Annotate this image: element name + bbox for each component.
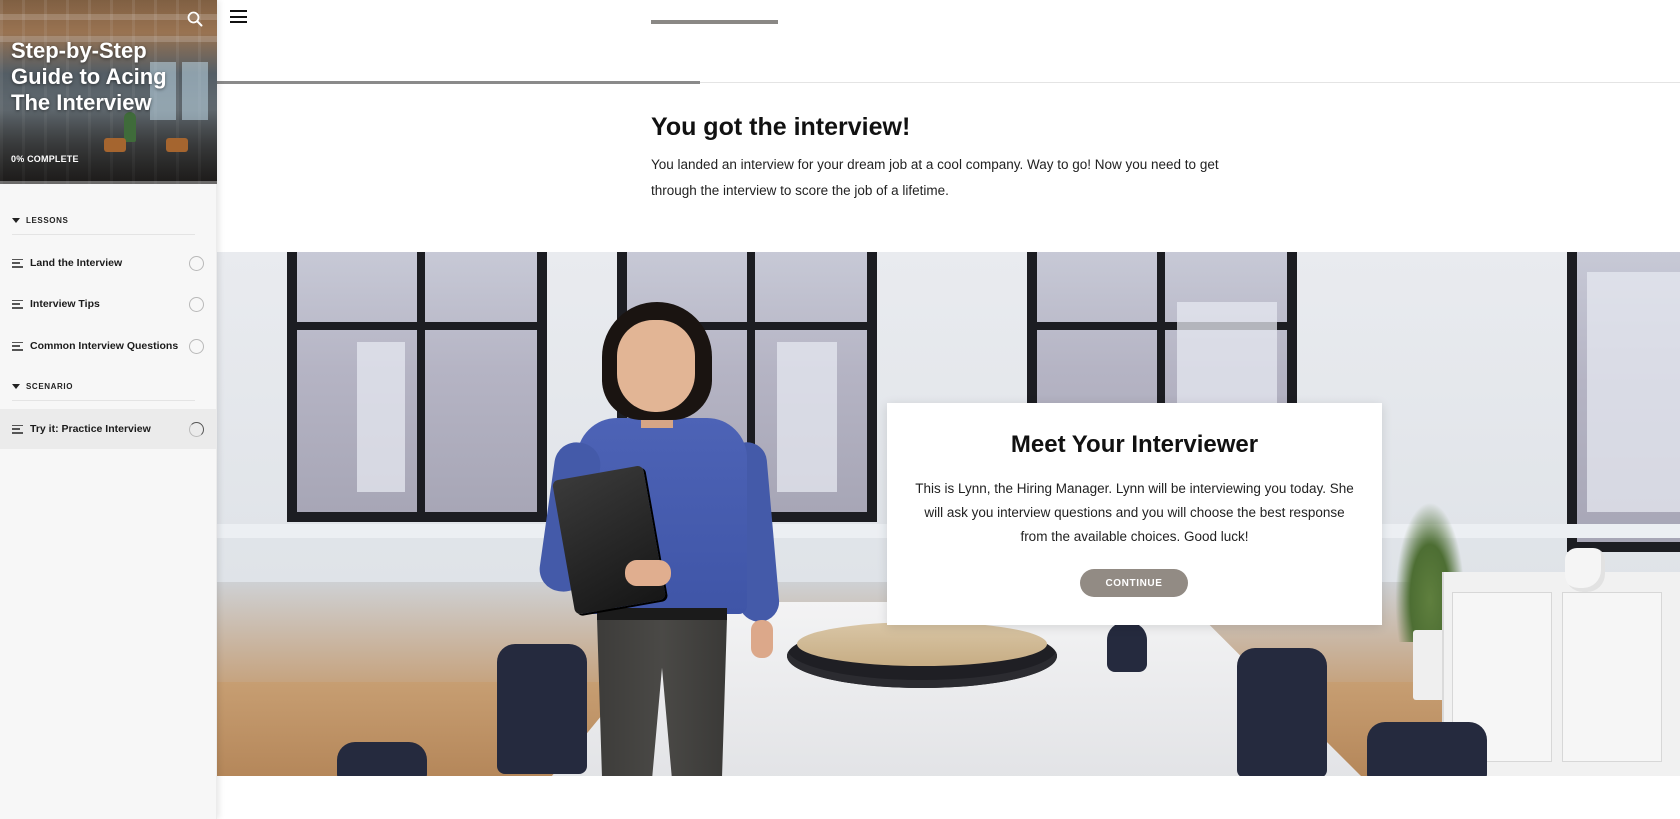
course-progress-label: 0% COMPLETE (11, 154, 79, 164)
lesson-status-icon (189, 338, 204, 354)
lesson-label: Land the Interview (30, 257, 123, 269)
lesson-progress-bar (217, 81, 700, 84)
continue-button[interactable]: CONTINUE (1080, 569, 1188, 597)
section-toggle-scenario[interactable]: SCENARIO (12, 379, 73, 393)
section-toggle-lessons[interactable]: LESSONS (12, 213, 68, 227)
interviewer-intro-card: Meet Your Interviewer This is Lynn, the … (887, 403, 1382, 625)
search-icon[interactable] (187, 11, 203, 27)
lesson-status-icon (189, 421, 204, 437)
lesson-item-common-interview-questions[interactable]: Common Interview Questions (0, 326, 217, 366)
course-sidebar: Step-by-Step Guide to Acing The Intervie… (0, 0, 217, 819)
lesson-label: Interview Tips (30, 298, 100, 310)
lesson-heading: You got the interview! (651, 113, 911, 141)
section-heading: SCENARIO (26, 381, 74, 391)
lesson-icon (12, 341, 23, 351)
lesson-label: Try it: Practice Interview (30, 423, 151, 435)
lesson-item-land-the-interview[interactable]: Land the Interview (0, 243, 217, 283)
interviewer-figure (536, 302, 797, 776)
card-body: This is Lynn, the Hiring Manager. Lynn w… (915, 481, 1354, 544)
card-title: Meet Your Interviewer (1010, 431, 1259, 458)
course-cover: Step-by-Step Guide to Acing The Intervie… (0, 0, 217, 184)
lesson-label: Common Interview Questions (30, 340, 179, 352)
section-heading: LESSONS (26, 215, 69, 225)
course-progress-bar (0, 181, 217, 184)
lesson-status-icon (189, 296, 204, 312)
lesson-icon (12, 299, 23, 309)
hamburger-menu-icon[interactable] (230, 10, 247, 23)
lesson-item-interview-tips[interactable]: Interview Tips (0, 284, 217, 324)
lesson-icon (12, 424, 23, 434)
lesson-status-icon (189, 255, 204, 271)
lesson-intro-text: You landed an interview for your dream j… (651, 157, 1219, 198)
course-title: Step-by-Step Guide to Acing The Intervie… (11, 38, 167, 115)
caret-down-icon (12, 383, 20, 389)
header-accent-bar (651, 20, 778, 24)
lesson-item-practice-interview[interactable]: Try it: Practice Interview (0, 409, 217, 449)
caret-down-icon (12, 217, 20, 223)
lesson-icon (12, 258, 23, 268)
